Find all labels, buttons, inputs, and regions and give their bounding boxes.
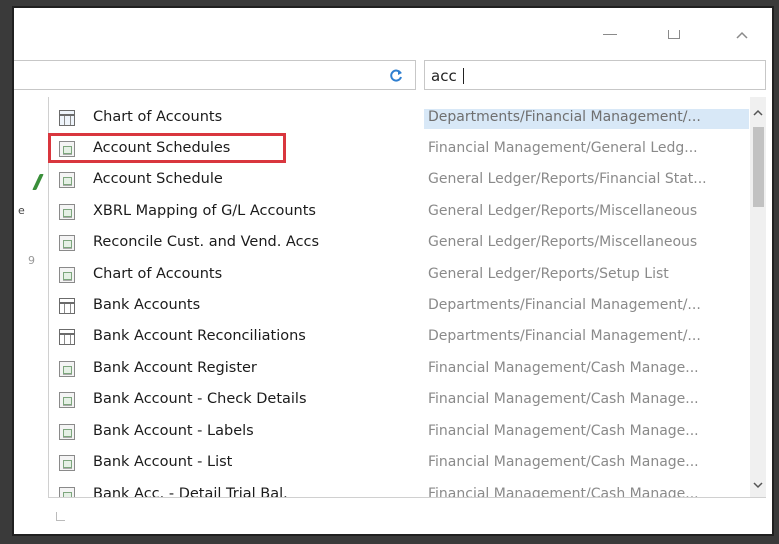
result-name: Account Schedules — [93, 140, 231, 156]
result-path: Financial Management/Cash Manage... — [428, 454, 699, 470]
search-input-value: acc — [431, 67, 457, 85]
report-icon — [59, 392, 75, 408]
refresh-icon[interactable] — [388, 68, 404, 84]
result-path: Departments/Financial Management/... — [428, 328, 701, 344]
search-results-list: Chart of Accounts Departments/Financial … — [48, 97, 765, 497]
report-icon — [59, 141, 75, 157]
result-name: Chart of Accounts — [93, 109, 223, 125]
scroll-up-button[interactable] — [750, 105, 766, 123]
result-row[interactable]: Reconcile Cust. and Vend. Accs General L… — [49, 228, 749, 259]
result-path: General Ledger/Reports/Setup List — [428, 266, 669, 282]
result-path: Departments/Financial Management/... — [428, 297, 701, 313]
result-name: Bank Account - List — [93, 454, 233, 470]
result-row[interactable]: Account Schedules Financial Management/G… — [49, 134, 749, 165]
result-row[interactable]: Account Schedule General Ledger/Reports/… — [49, 165, 749, 196]
result-row[interactable]: Bank Account Register Financial Manageme… — [49, 354, 749, 385]
result-row[interactable]: Bank Accounts Departments/Financial Mana… — [49, 291, 749, 322]
result-path: Financial Management/Cash Manage... — [428, 423, 699, 439]
maximize-button[interactable] — [664, 28, 684, 42]
resize-handle-icon[interactable] — [56, 512, 65, 521]
report-icon — [59, 204, 75, 220]
maximize-icon — [668, 30, 680, 39]
scrollbar[interactable] — [750, 97, 766, 497]
result-name: Bank Account - Labels — [93, 423, 254, 439]
result-path: General Ledger/Reports/Miscellaneous — [428, 203, 698, 219]
result-path: General Ledger/Reports/Miscellaneous — [428, 234, 698, 250]
result-row[interactable]: Bank Acc. - Detail Trial Bal. Financial … — [49, 480, 749, 497]
search-input[interactable]: acc — [424, 60, 766, 90]
search-window: acc e 9 Chart of Accounts Departments/Fi… — [12, 6, 774, 536]
report-icon — [59, 361, 75, 377]
minimize-button[interactable] — [600, 28, 620, 42]
result-path: General Ledger/Reports/Financial Stat... — [428, 171, 707, 187]
chevron-up-icon — [753, 109, 763, 116]
result-name: Bank Account - Check Details — [93, 391, 307, 407]
text-caret — [462, 68, 464, 84]
scroll-down-button[interactable] — [750, 477, 766, 495]
report-icon — [59, 424, 75, 440]
result-name: Bank Accounts — [93, 297, 201, 313]
report-icon — [59, 487, 75, 497]
result-row[interactable]: Chart of Accounts Departments/Financial … — [49, 103, 749, 134]
chevron-down-icon — [753, 482, 763, 489]
scrollbar-thumb[interactable] — [753, 127, 764, 207]
result-row[interactable]: XBRL Mapping of G/L Accounts General Led… — [49, 197, 749, 228]
report-icon — [59, 235, 75, 251]
result-row[interactable]: Chart of Accounts General Ledger/Reports… — [49, 260, 749, 291]
result-path: Departments/Financial Management/... — [424, 109, 749, 129]
result-row[interactable]: Bank Account - Labels Financial Manageme… — [49, 417, 749, 448]
result-name: Bank Account Register — [93, 360, 257, 376]
result-path: Financial Management/Cash Manage... — [428, 486, 699, 497]
table-icon — [59, 329, 75, 345]
report-icon — [59, 455, 75, 471]
result-name: Reconcile Cust. and Vend. Accs — [93, 234, 320, 250]
table-icon — [59, 298, 75, 314]
result-row[interactable]: Bank Account - List Financial Management… — [49, 448, 749, 479]
result-path: Financial Management/Cash Manage... — [428, 391, 699, 407]
result-path: Financial Management/Cash Manage... — [428, 360, 699, 376]
table-icon — [59, 110, 75, 126]
result-name: XBRL Mapping of G/L Accounts — [93, 203, 316, 219]
report-icon — [59, 172, 75, 188]
filter-input[interactable] — [14, 60, 416, 90]
chevron-up-icon — [736, 31, 748, 39]
background-fragment-text: e — [18, 204, 25, 217]
result-row[interactable]: Bank Account Reconciliations Departments… — [49, 322, 749, 353]
background-fragment-text: 9 — [28, 254, 35, 267]
list-footer — [48, 497, 766, 528]
report-icon — [59, 267, 75, 283]
collapse-button[interactable] — [732, 28, 752, 42]
result-name: Account Schedule — [93, 171, 223, 187]
result-name: Bank Acc. - Detail Trial Bal. — [93, 486, 288, 497]
result-path: Financial Management/General Ledg... — [428, 140, 698, 156]
background-fragment-icon — [32, 174, 44, 190]
result-row[interactable]: Bank Account - Check Details Financial M… — [49, 385, 749, 416]
minimize-icon — [603, 34, 617, 35]
result-name: Bank Account Reconciliations — [93, 328, 306, 344]
result-name: Chart of Accounts — [93, 266, 223, 282]
